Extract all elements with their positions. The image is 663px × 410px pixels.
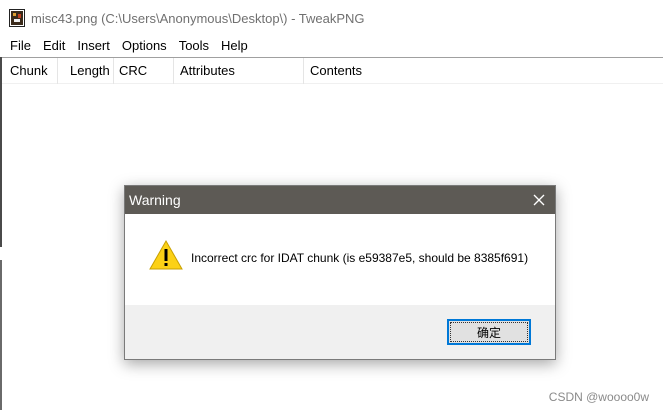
dialog-footer: 确定	[125, 305, 555, 359]
menu-insert[interactable]: Insert	[71, 36, 116, 56]
tweakpng-window: misc43.png (C:\Users\Anonymous\Desktop\)…	[0, 0, 663, 410]
menu-edit[interactable]: Edit	[37, 36, 71, 56]
warning-dialog: Warning Incorrect crc for IDAT chunk (is…	[124, 185, 556, 360]
dialog-body: Incorrect crc for IDAT chunk (is e59387e…	[125, 214, 555, 305]
column-header-attributes[interactable]: Attributes	[174, 58, 304, 84]
column-header-length[interactable]: Length	[58, 58, 114, 84]
column-header-contents[interactable]: Contents	[304, 58, 662, 84]
menu-tools[interactable]: Tools	[173, 36, 215, 56]
column-header-crc[interactable]: CRC	[114, 58, 174, 84]
column-header-chunk[interactable]: Chunk	[2, 58, 58, 84]
window-title: misc43.png (C:\Users\Anonymous\Desktop\)…	[31, 11, 365, 26]
dialog-message: Incorrect crc for IDAT chunk (is e59387e…	[191, 251, 529, 265]
menu-options[interactable]: Options	[116, 36, 173, 56]
background-window-edge	[0, 260, 2, 410]
background-window-edge	[0, 57, 2, 247]
chunk-list-header: Chunk Length CRC Attributes Contents	[2, 58, 663, 84]
watermark: CSDN @woooo0w	[548, 390, 649, 404]
menu-help[interactable]: Help	[215, 36, 254, 56]
dialog-titlebar: Warning	[125, 186, 555, 214]
dialog-title: Warning	[129, 192, 181, 208]
menu-file[interactable]: File	[4, 36, 37, 56]
warning-triangle-icon	[149, 239, 183, 271]
menu-bar: File Edit Insert Options Tools Help	[0, 36, 663, 56]
close-icon[interactable]	[523, 186, 555, 214]
tweakpng-app-icon	[9, 9, 25, 27]
focus-rectangle	[450, 322, 528, 342]
ok-button[interactable]: 确定	[447, 319, 531, 345]
window-titlebar: misc43.png (C:\Users\Anonymous\Desktop\)…	[0, 0, 663, 36]
